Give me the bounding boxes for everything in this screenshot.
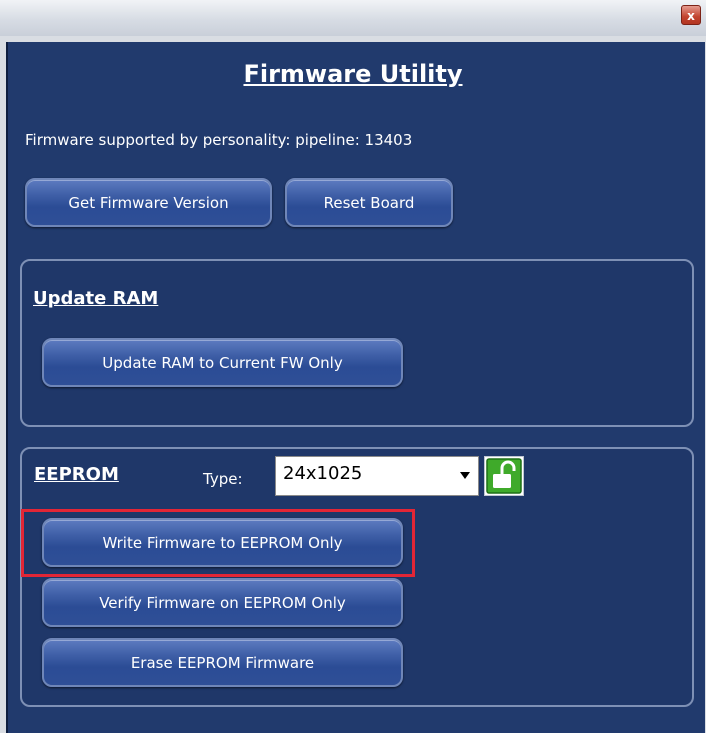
chevron-down-icon bbox=[460, 472, 470, 479]
close-icon[interactable]: x bbox=[681, 5, 701, 25]
lock-open-icon-graphic bbox=[486, 458, 522, 494]
update-ram-button[interactable]: Update RAM to Current FW Only bbox=[42, 338, 403, 387]
eeprom-type-select[interactable]: 24x1025 bbox=[275, 456, 479, 496]
type-label: Type: bbox=[203, 470, 243, 488]
update-ram-title: Update RAM bbox=[33, 288, 159, 309]
page-title: Firmware Utility bbox=[243, 60, 463, 88]
verify-firmware-eeprom-button[interactable]: Verify Firmware on EEPROM Only bbox=[42, 578, 403, 627]
eeprom-type-value: 24x1025 bbox=[283, 463, 363, 484]
erase-eeprom-firmware-button[interactable]: Erase EEPROM Firmware bbox=[42, 638, 403, 687]
window-titlebar bbox=[0, 0, 706, 36]
eeprom-title: EEPROM bbox=[34, 464, 119, 485]
lock-open-icon[interactable] bbox=[484, 456, 524, 496]
reset-board-button[interactable]: Reset Board bbox=[285, 178, 453, 227]
get-firmware-version-button[interactable]: Get Firmware Version bbox=[25, 178, 272, 227]
firmware-support-text: Firmware supported by personality: pipel… bbox=[25, 131, 413, 149]
write-firmware-eeprom-button[interactable]: Write Firmware to EEPROM Only bbox=[42, 518, 403, 567]
